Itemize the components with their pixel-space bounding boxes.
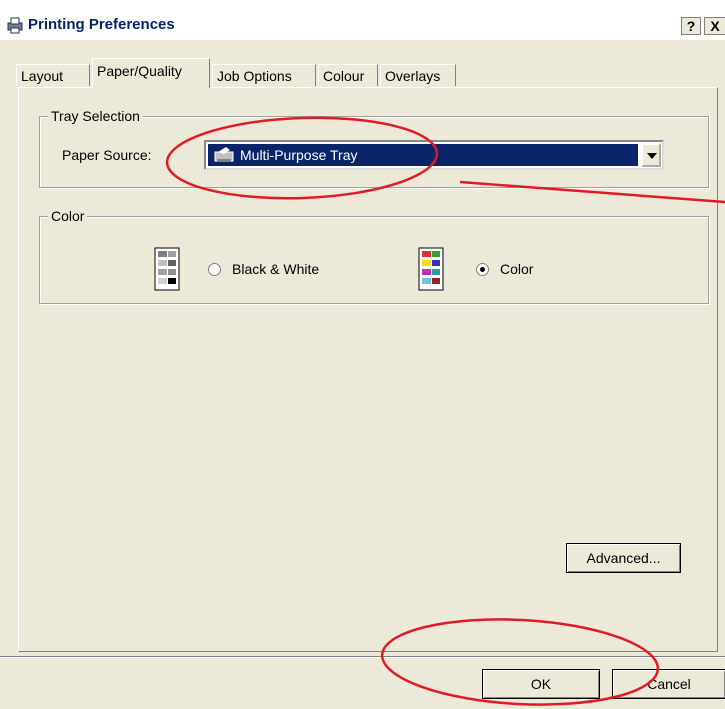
black-white-radio[interactable] [208,263,221,276]
color-radio[interactable] [476,263,489,276]
title-bar: Printing Preferences ? X [0,10,725,40]
chevron-down-icon[interactable] [641,143,661,167]
paper-source-value: Multi-Purpose Tray [240,147,358,163]
tab-overlays[interactable]: Overlays [380,64,456,86]
window-title: Printing Preferences [28,16,175,33]
tray-icon [214,147,234,162]
tab-layout[interactable]: Layout [16,64,90,86]
color-doc-icon [418,247,444,291]
tab-job-options[interactable]: Job Options [212,64,316,86]
paper-source-dropdown[interactable]: Multi-Purpose Tray [204,140,664,170]
cancel-button[interactable]: Cancel [612,669,725,699]
color-group: Color [39,208,709,304]
color-legend: Color [48,208,88,224]
close-button[interactable]: X [704,17,725,35]
tab-colour[interactable]: Colour [318,64,378,86]
tab-paper-quality[interactable]: Paper/Quality [92,58,210,88]
paper-source-selected: Multi-Purpose Tray [208,144,638,166]
footer-divider [0,656,725,658]
paper-source-label: Paper Source: [62,147,152,163]
ok-button[interactable]: OK [482,669,600,699]
black-white-label[interactable]: Black & White [232,261,319,277]
black-white-doc-icon [154,247,180,291]
printer-icon [7,17,23,34]
advanced-button[interactable]: Advanced... [566,543,681,573]
tray-selection-legend: Tray Selection [48,108,143,124]
help-button[interactable]: ? [681,17,701,35]
color-label[interactable]: Color [500,261,533,277]
